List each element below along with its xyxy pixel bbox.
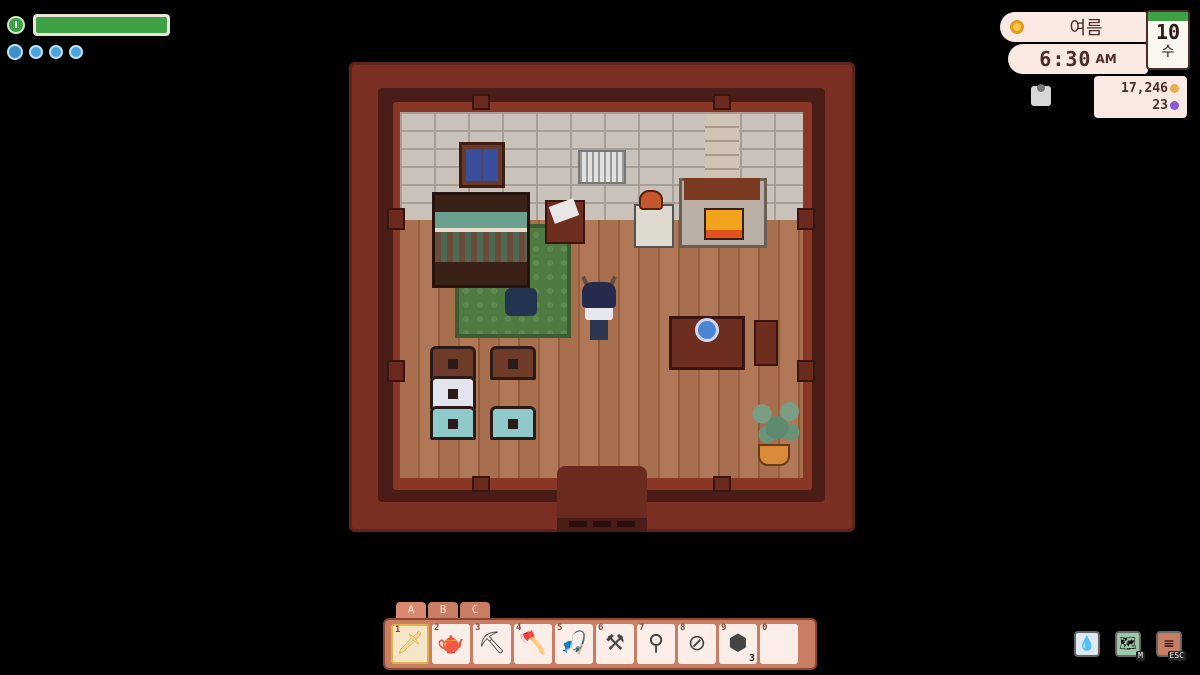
chest[interactable] xyxy=(430,406,476,440)
chest[interactable] xyxy=(430,346,476,380)
map-glyph: 🗺 xyxy=(1119,636,1137,652)
stone-icon: ⬢ xyxy=(728,631,748,656)
calendar-widget[interactable]: 10 수 xyxy=(1146,10,1190,70)
hotbar-slot-8[interactable]: 8 ⊘ xyxy=(678,623,716,664)
menu-icon[interactable]: ≡ ESC xyxy=(1156,631,1186,661)
chimney xyxy=(705,112,739,182)
water-drop-glyph: 💧 xyxy=(1078,636,1096,652)
chest[interactable] xyxy=(490,346,536,380)
gold-coin-icon xyxy=(1170,84,1179,93)
time-label: 6:30 xyxy=(1039,47,1092,71)
hotbar-slot-1[interactable]: 1 🗡 xyxy=(391,624,429,664)
hotbar-tab-a[interactable]: A xyxy=(396,602,426,618)
slot-number: 6 xyxy=(598,623,604,633)
mail-icon[interactable] xyxy=(1031,84,1051,106)
slot-number: 0 xyxy=(762,623,768,633)
chest[interactable] xyxy=(490,406,536,440)
clock-display: 6:30 AM xyxy=(1008,44,1148,74)
wall-vent xyxy=(578,150,626,184)
season-display: 여름 xyxy=(1000,12,1148,42)
water-drop-icon xyxy=(7,44,23,60)
slot-number: 3 xyxy=(475,623,481,633)
watering-can-icon: 🫖 xyxy=(437,631,465,656)
door-vent xyxy=(593,521,611,527)
hotbar-slot-3[interactable]: 3 ⛏ xyxy=(473,623,511,664)
door-vent xyxy=(569,521,587,527)
wall-post xyxy=(387,360,405,382)
window xyxy=(459,142,505,188)
sun-icon xyxy=(1010,20,1024,34)
slot-number: 9 xyxy=(721,623,727,633)
hotbar-tabs: A B C xyxy=(396,602,490,618)
slot-number: 2 xyxy=(434,623,440,633)
slot-number: 8 xyxy=(680,623,686,633)
slot-number: 5 xyxy=(557,623,563,633)
sword-icon: 🗡 xyxy=(396,631,424,656)
hotbar-slot-9[interactable]: 9 ⬢ 3 xyxy=(719,623,757,664)
map-icon[interactable]: 🗺 M xyxy=(1115,631,1145,661)
shovel-icon: ⚲ xyxy=(647,631,665,656)
hotbar-slot-2[interactable]: 2 🫖 xyxy=(432,623,470,664)
door-vent xyxy=(617,521,635,527)
map-key-hint: M xyxy=(1136,651,1145,661)
water-meter xyxy=(7,44,83,60)
hotbar-slot-5[interactable]: 5 🎣 xyxy=(555,623,593,664)
slot-number: 7 xyxy=(639,623,645,633)
door[interactable] xyxy=(557,466,647,532)
hoe-icon: ⚒ xyxy=(605,631,625,656)
water-drop-icon xyxy=(29,45,43,59)
season-label: 여름 xyxy=(1069,18,1103,39)
gold-amount: 17,246 xyxy=(1121,81,1168,96)
chair[interactable] xyxy=(754,320,778,366)
player-head xyxy=(582,282,616,308)
slot-quantity: 3 xyxy=(748,653,755,664)
gem-amount: 23 xyxy=(1152,98,1168,113)
stove[interactable] xyxy=(634,204,674,248)
water-drop-icon xyxy=(69,45,83,59)
bug-net-icon: ⊘ xyxy=(687,631,707,656)
gem-icon xyxy=(1170,101,1179,110)
wall-post xyxy=(387,208,405,230)
water-drop-icon xyxy=(49,45,63,59)
water-drop-icon[interactable]: 💧 xyxy=(1074,631,1100,657)
fire-icon xyxy=(704,208,744,240)
wall-post xyxy=(713,476,731,492)
gem-row: 23 xyxy=(1102,97,1179,114)
menu-glyph: ≡ xyxy=(1163,636,1175,652)
crystal-ball-icon[interactable] xyxy=(695,318,719,342)
plant-pot xyxy=(758,444,790,466)
calendar-weekday: 수 xyxy=(1161,44,1175,60)
wall-post xyxy=(797,208,815,230)
wall-post xyxy=(797,360,815,382)
currency-panel: 17,246 23 xyxy=(1094,76,1187,118)
slot-number: 4 xyxy=(516,623,522,633)
potted-plant[interactable] xyxy=(752,400,802,446)
cat-pet[interactable] xyxy=(505,288,537,316)
energy-bar-fill xyxy=(36,17,167,33)
fishing-rod-icon: 🎣 xyxy=(560,631,588,656)
bed-blanket xyxy=(435,232,527,262)
pickaxe-icon: ⛏ xyxy=(478,631,506,656)
wall-post xyxy=(472,94,490,110)
kettle-icon xyxy=(639,190,663,210)
energy-bar xyxy=(33,14,170,36)
hotbar-slot-7[interactable]: 7 ⚲ xyxy=(637,623,675,664)
hotbar-tab-c[interactable]: C xyxy=(460,602,490,618)
fireplace-mantel xyxy=(684,178,760,200)
calendar-day: 10 xyxy=(1155,20,1181,44)
axe-icon: 🪓 xyxy=(519,631,547,656)
energy-icon xyxy=(7,16,25,34)
chest[interactable] xyxy=(430,376,476,410)
menu-key-hint: ESC xyxy=(1167,651,1186,661)
hotbar: 1 🗡 2 🫖 3 ⛏ 4 🪓 5 🎣 6 ⚒ 7 ⚲ 8 ⊘ 9 ⬢ 3 0 xyxy=(383,618,817,670)
hotbar-slot-0[interactable]: 0 xyxy=(760,623,798,664)
slot-number: 1 xyxy=(395,625,401,635)
gold-row: 17,246 xyxy=(1102,80,1179,97)
hotbar-tab-b[interactable]: B xyxy=(428,602,458,618)
hotbar-slot-4[interactable]: 4 🪓 xyxy=(514,623,552,664)
ampm-label: AM xyxy=(1095,52,1117,66)
wall-post xyxy=(713,94,731,110)
wall-post xyxy=(472,476,490,492)
hotbar-slot-6[interactable]: 6 ⚒ xyxy=(596,623,634,664)
